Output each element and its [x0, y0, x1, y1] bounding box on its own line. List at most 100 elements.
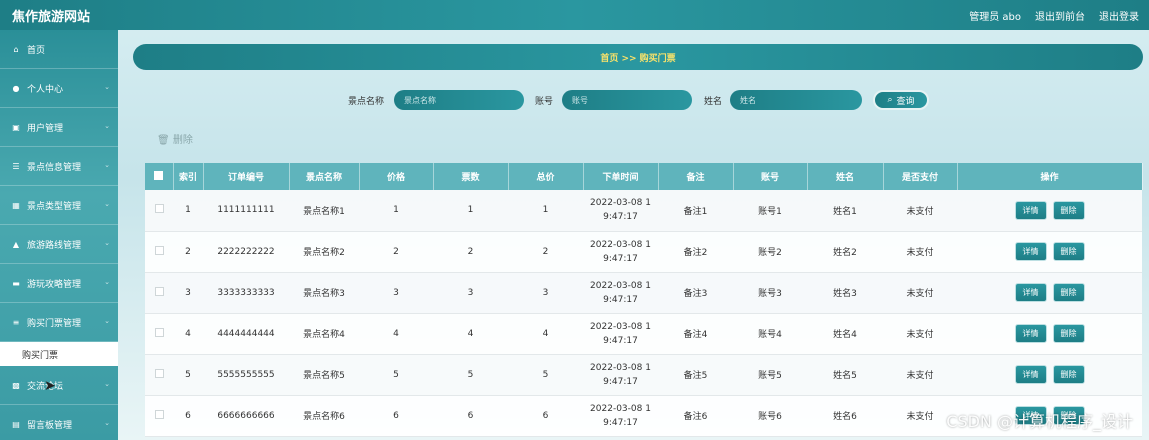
order-no-cell: 4444444444 [203, 313, 289, 355]
order-time-cell: 2022-03-08 1 9:47:17 [583, 354, 658, 396]
order-no-cell: 6666666666 [203, 395, 289, 437]
sidebar-item-users[interactable]: ▣ 用户管理 ⌄ [0, 108, 118, 147]
account-cell: 账号3 [733, 272, 807, 314]
delete-button[interactable]: 删除 [1052, 242, 1085, 261]
price-cell: 5 [359, 354, 433, 396]
spot-name-cell: 景点名称3 [289, 272, 359, 314]
row-select-cell[interactable] [145, 231, 173, 273]
sidebar-item-label: 景点信息管理 [27, 162, 82, 173]
order-time-clock: 9:47:17 [603, 417, 638, 428]
route-icon: ▲ [12, 239, 20, 249]
delete-button[interactable]: 删除 [1052, 324, 1085, 343]
account-cell: 账号2 [733, 231, 807, 273]
index-cell: 2 [173, 231, 203, 273]
delete-button[interactable]: 删除 [1052, 365, 1085, 384]
row-select-cell[interactable] [145, 313, 173, 355]
count-cell: 1 [433, 190, 508, 232]
account-cell: 账号1 [733, 190, 807, 232]
order-time-date: 2022-03-08 1 [590, 321, 651, 332]
detail-button[interactable]: 详情 [1014, 242, 1047, 261]
chat-icon: ▩ [12, 380, 20, 390]
back-to-frontend-link[interactable]: 退出到前台 [1035, 8, 1085, 23]
chevron-down-icon: ⌄ [104, 200, 110, 208]
row-checkbox[interactable] [154, 368, 164, 378]
actions-cell: 详情 删除 [957, 272, 1142, 314]
order-time-clock: 9:47:17 [603, 376, 638, 387]
chevron-down-icon: ⌄ [104, 278, 110, 286]
home-icon: ⌂ [13, 44, 19, 54]
batch-delete-button[interactable]: 🗑 删除 [157, 131, 193, 146]
row-select-cell[interactable] [145, 395, 173, 437]
row-checkbox[interactable] [154, 286, 164, 296]
total-cell: 5 [508, 354, 583, 396]
detail-button[interactable]: 详情 [1014, 365, 1047, 384]
chevron-down-icon: ⌄ [104, 317, 110, 325]
chevron-down-icon: ⌄ [104, 239, 110, 247]
row-checkbox[interactable] [154, 327, 164, 337]
col-spot-name: 景点名称 [289, 163, 360, 190]
select-all-cell[interactable] [145, 163, 174, 190]
sidebar-item-ticket[interactable]: ≡ 购买门票管理 ⌄ [0, 303, 118, 342]
col-name: 姓名 [807, 163, 884, 190]
note-cell: 备注6 [658, 395, 733, 437]
delete-button[interactable]: 删除 [1052, 283, 1085, 302]
watermark: CSDN @计算机程序_设计 [946, 412, 1133, 431]
detail-button[interactable]: 详情 [1014, 324, 1047, 343]
total-cell: 6 [508, 395, 583, 437]
sidebar-item-book[interactable]: ▬ 游玩攻略管理 ⌄ [0, 264, 118, 303]
note-cell: 备注3 [658, 272, 733, 314]
sidebar-item-chat[interactable]: ▩ 交流论坛 ⌄ [0, 366, 118, 405]
price-cell: 1 [359, 190, 433, 232]
index-cell: 1 [173, 190, 203, 232]
sidebar-item-label: 旅游路线管理 [27, 240, 82, 251]
row-checkbox[interactable] [154, 204, 164, 214]
total-cell: 4 [508, 313, 583, 355]
delete-button[interactable]: 删除 [1052, 200, 1085, 220]
col-order-no: 订单编号 [203, 163, 290, 190]
spot-name-cell: 景点名称4 [289, 313, 359, 355]
price-cell: 6 [359, 395, 433, 437]
total-cell: 2 [508, 231, 583, 273]
col-total: 总价 [508, 163, 584, 190]
row-select-cell[interactable] [145, 190, 173, 232]
sidebar-subitem-buy-ticket[interactable]: 购买门票 [0, 342, 118, 366]
sidebar-item-board[interactable]: ▤ 留言板管理 ⌄ [0, 405, 118, 440]
sidebar-item-route[interactable]: ▲ 旅游路线管理 ⌄ [0, 225, 118, 264]
row-checkbox[interactable] [154, 409, 164, 419]
table-row: 3 3333333333 景点名称3 3 3 3 2022-03-08 1 9:47:17 备注… [145, 272, 1142, 314]
name-label: 姓名 [704, 97, 723, 107]
table-row: 5 5555555555 景点名称5 5 5 5 2022-03-08 1 9:47:17 备注… [145, 354, 1142, 396]
row-select-cell[interactable] [145, 272, 173, 314]
name-cell: 姓名4 [807, 313, 883, 355]
order-time-cell: 2022-03-08 1 9:47:17 [583, 190, 658, 232]
trash-icon: 🗑 [157, 135, 170, 146]
row-checkbox[interactable] [154, 245, 164, 255]
sidebar-item-grid[interactable]: ▦ 景点类型管理 ⌄ [0, 186, 118, 225]
admin-user-link[interactable]: 管理员 abo [969, 8, 1021, 23]
order-no-cell: 3333333333 [203, 272, 289, 314]
paid-cell: 未支付 [883, 354, 957, 396]
order-time-cell: 2022-03-08 1 9:47:17 [583, 231, 658, 273]
sidebar-item-list[interactable]: ☰ 景点信息管理 ⌄ [0, 147, 118, 186]
users-icon: ▣ [12, 122, 20, 132]
account-cell: 账号4 [733, 313, 807, 355]
chevron-down-icon: ⌄ [104, 161, 110, 169]
sidebar-item-home[interactable]: ⌂ 首页 [0, 30, 118, 69]
order-time-cell: 2022-03-08 1 9:47:17 [583, 272, 658, 314]
query-button[interactable]: ⌕ 查询 [873, 90, 929, 110]
top-links: 管理员 abo 退出到前台 退出登录 [969, 8, 1139, 23]
select-all-checkbox[interactable] [154, 170, 164, 180]
sidebar-item-label: 游玩攻略管理 [27, 279, 82, 290]
actions-cell: 详情 删除 [957, 354, 1142, 396]
detail-button[interactable]: 详情 [1014, 200, 1047, 220]
spot-name-cell: 景点名称6 [289, 395, 359, 437]
logout-link[interactable]: 退出登录 [1099, 8, 1139, 23]
spot-name-input[interactable] [394, 90, 524, 110]
row-select-cell[interactable] [145, 354, 173, 396]
price-cell: 2 [359, 231, 433, 273]
spot-name-cell: 景点名称5 [289, 354, 359, 396]
detail-button[interactable]: 详情 [1014, 283, 1047, 302]
sidebar-item-label: 留言板管理 [27, 420, 73, 431]
name-input[interactable] [730, 90, 862, 110]
account-input[interactable] [562, 90, 692, 110]
